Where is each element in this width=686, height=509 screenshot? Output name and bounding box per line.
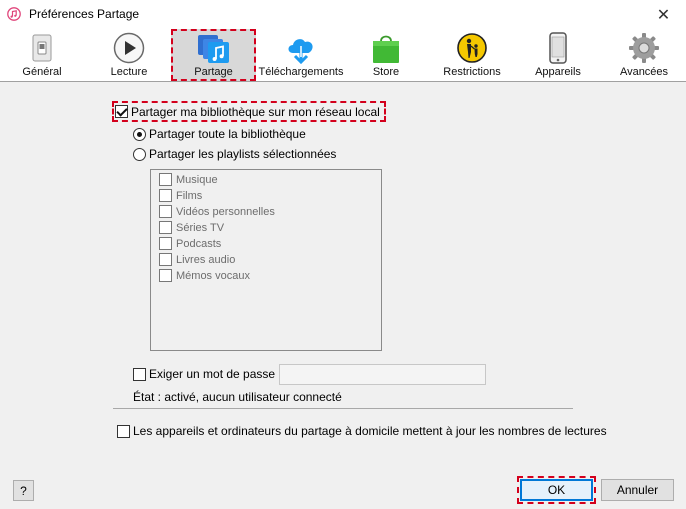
share-selected-radio-row[interactable]: Partager les playlists sélectionnées bbox=[133, 147, 336, 161]
playlist-item[interactable]: Podcasts bbox=[159, 237, 221, 250]
play-icon bbox=[113, 32, 145, 64]
window-title: Préférences Partage bbox=[29, 7, 140, 21]
parental-icon bbox=[457, 33, 487, 63]
ok-button[interactable]: OK bbox=[517, 476, 596, 504]
help-label: ? bbox=[20, 483, 27, 498]
playlist-checkbox[interactable] bbox=[159, 253, 172, 266]
tab-restrictions[interactable]: Restrictions bbox=[437, 29, 507, 81]
playlist-item[interactable]: Vidéos personnelles bbox=[159, 205, 275, 218]
preferences-toolbar: Général Lecture Partage Téléchargements … bbox=[0, 29, 686, 82]
tab-avancees[interactable]: Avancées bbox=[610, 29, 678, 81]
playlist-label: Livres audio bbox=[176, 253, 236, 266]
status-label: État : activé, aucun utilisateur connect… bbox=[133, 390, 342, 404]
playlist-item[interactable]: Livres audio bbox=[159, 253, 235, 266]
phone-icon bbox=[549, 32, 567, 64]
password-input[interactable] bbox=[279, 364, 486, 385]
tab-label: Général bbox=[22, 66, 62, 78]
tab-partage[interactable]: Partage bbox=[171, 29, 256, 81]
playlist-item[interactable]: Séries TV bbox=[159, 221, 224, 234]
tab-label: Appareils bbox=[535, 66, 581, 78]
tab-label: Avancées bbox=[619, 66, 669, 78]
tab-label: Partage bbox=[194, 66, 233, 78]
home-sharing-label: Les appareils et ordinateurs du partage … bbox=[133, 424, 607, 438]
playlist-item[interactable]: Mémos vocaux bbox=[159, 269, 250, 282]
playlist-label: Vidéos personnelles bbox=[176, 205, 275, 218]
password-checkbox-row[interactable]: Exiger un mot de passe : bbox=[133, 367, 282, 381]
playlist-list[interactable]: Musique Films Vidéos personnelles Séries… bbox=[150, 169, 382, 351]
tab-label: Restrictions bbox=[443, 66, 501, 78]
share-selected-label: Partager les playlists sélectionnées bbox=[149, 147, 337, 161]
tab-label: Lecture bbox=[110, 66, 148, 78]
close-button[interactable]: ✕ bbox=[641, 0, 686, 29]
playlist-checkbox[interactable] bbox=[159, 205, 172, 218]
home-sharing-checkbox-row[interactable]: Les appareils et ordinateurs du partage … bbox=[117, 424, 607, 438]
share-library-label: Partager ma bibliothèque sur mon réseau … bbox=[131, 104, 380, 119]
title-bar: Préférences Partage ✕ bbox=[0, 0, 686, 29]
share-library-checkbox[interactable] bbox=[115, 105, 128, 118]
password-checkbox[interactable] bbox=[133, 367, 146, 381]
cancel-label: Annuler bbox=[616, 483, 659, 497]
tab-store[interactable]: Store bbox=[352, 29, 420, 81]
tab-general[interactable]: Général bbox=[8, 29, 76, 81]
playlist-item[interactable]: Musique bbox=[159, 173, 218, 186]
playlist-checkbox[interactable] bbox=[159, 173, 172, 186]
share-library-checkbox-row[interactable]: Partager ma bibliothèque sur mon réseau … bbox=[112, 101, 386, 122]
playlist-label: Films bbox=[176, 189, 203, 202]
password-label: Exiger un mot de passe : bbox=[149, 367, 282, 381]
cancel-button[interactable]: Annuler bbox=[601, 479, 674, 501]
playlist-checkbox[interactable] bbox=[159, 221, 172, 234]
phone-switch-icon bbox=[32, 34, 52, 62]
divider bbox=[113, 408, 573, 409]
tab-label: Téléchargements bbox=[258, 66, 344, 78]
playlist-checkbox[interactable] bbox=[159, 237, 172, 250]
share-all-label: Partager toute la bibliothèque bbox=[149, 127, 306, 141]
playlist-item[interactable]: Films bbox=[159, 189, 202, 202]
close-icon: ✕ bbox=[656, 6, 671, 24]
playlist-label: Mémos vocaux bbox=[176, 269, 250, 282]
playlist-checkbox[interactable] bbox=[159, 189, 172, 202]
tab-telechargements[interactable]: Téléchargements bbox=[258, 29, 344, 81]
tab-appareils[interactable]: Appareils bbox=[524, 29, 592, 81]
playlist-checkbox[interactable] bbox=[159, 269, 172, 282]
itunes-app-icon bbox=[7, 7, 21, 21]
share-music-icon bbox=[197, 35, 229, 63]
cloud-download-icon bbox=[288, 39, 313, 64]
share-selected-radio[interactable] bbox=[133, 147, 146, 161]
share-all-radio-row[interactable]: Partager toute la bibliothèque bbox=[133, 127, 306, 141]
shopping-bag-icon bbox=[373, 35, 399, 63]
status-text: État : activé, aucun utilisateur connect… bbox=[133, 390, 342, 404]
tab-label: Store bbox=[372, 66, 400, 78]
playlist-label: Musique bbox=[176, 173, 218, 186]
help-button[interactable]: ? bbox=[13, 480, 34, 501]
tab-lecture[interactable]: Lecture bbox=[95, 29, 163, 81]
playlist-label: Séries TV bbox=[176, 221, 225, 234]
ok-label: OK bbox=[547, 483, 566, 497]
share-all-radio[interactable] bbox=[133, 127, 146, 141]
home-sharing-checkbox[interactable] bbox=[117, 424, 130, 438]
playlist-label: Podcasts bbox=[176, 237, 222, 250]
gear-icon bbox=[629, 33, 659, 63]
